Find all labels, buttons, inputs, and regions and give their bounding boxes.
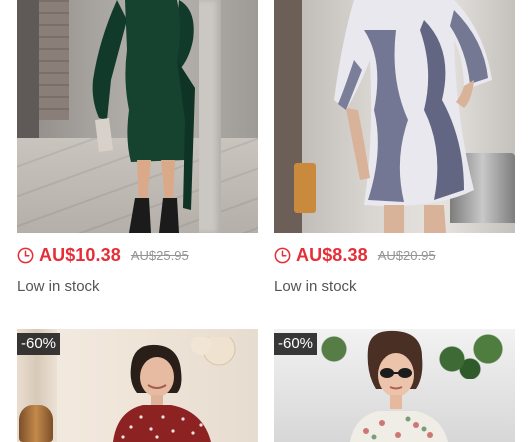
- sale-price: AU$10.38: [39, 244, 121, 265]
- model-figure: [334, 0, 492, 233]
- original-price: AU$25.95: [130, 247, 189, 263]
- product-image[interactable]: [17, 0, 258, 233]
- discount-badge: -60%: [17, 333, 61, 355]
- clock-icon: [17, 247, 34, 263]
- clock-icon: [274, 247, 291, 263]
- model-figure: [92, 0, 195, 233]
- sale-price: AU$8.38: [296, 244, 368, 265]
- product-image[interactable]: [274, 0, 515, 233]
- model-figure: [350, 330, 448, 442]
- price-row: AU$8.38 AU$20.95: [274, 244, 436, 266]
- stock-status: Low in stock: [274, 278, 357, 295]
- product-card-floral-top[interactable]: -60%: [274, 329, 515, 442]
- original-price: AU$20.95: [377, 247, 436, 263]
- product-card-tie-dye-dress[interactable]: AU$8.38 AU$20.95 Low in stock: [274, 0, 515, 295]
- stock-status: Low in stock: [17, 278, 100, 295]
- model-figure: [113, 337, 236, 442]
- discount-badge: -60%: [274, 333, 318, 355]
- product-card-polka-dot-top[interactable]: -60%: [17, 329, 258, 442]
- product-card-green-dress[interactable]: AU$10.38 AU$25.95 Low in stock: [17, 0, 258, 295]
- price-row: AU$10.38 AU$25.95: [17, 244, 189, 266]
